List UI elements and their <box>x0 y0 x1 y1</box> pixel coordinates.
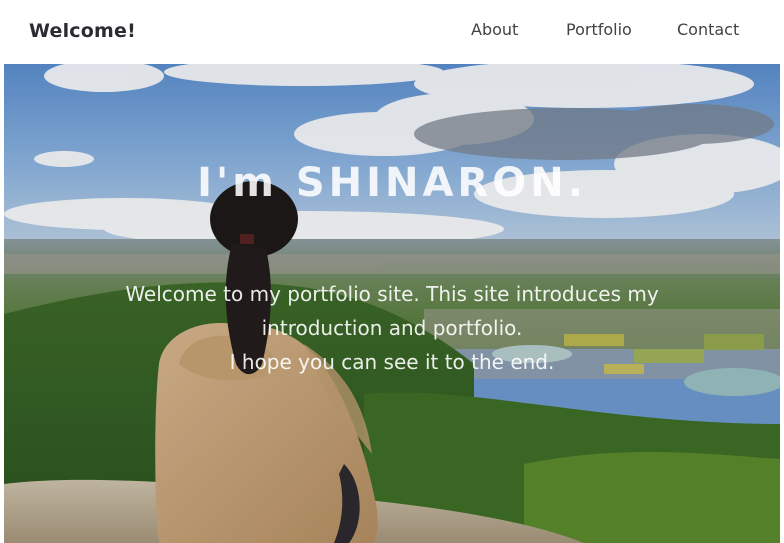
hero-description: Welcome to my portfolio site. This site … <box>74 277 710 379</box>
nav-link-contact[interactable]: Contact <box>677 20 739 39</box>
page: Welcome! About Portfolio Contact I'm SHI… <box>0 0 784 543</box>
hero-description-line-3: I hope you can see it to the end. <box>229 350 555 374</box>
nav-link-portfolio[interactable]: Portfolio <box>566 20 632 39</box>
brand-logo-link[interactable]: Welcome! <box>29 20 136 42</box>
hero-description-line-2: introduction and portfolio. <box>261 316 523 340</box>
site-header: Welcome! About Portfolio Contact <box>4 6 780 64</box>
hero-section: I'm SHINARON. Welcome to my portfolio si… <box>4 64 780 543</box>
nav-link-about[interactable]: About <box>471 20 518 39</box>
hero-description-line-1: Welcome to my portfolio site. This site … <box>125 282 659 306</box>
hero-title: I'm SHINARON. <box>197 160 587 206</box>
